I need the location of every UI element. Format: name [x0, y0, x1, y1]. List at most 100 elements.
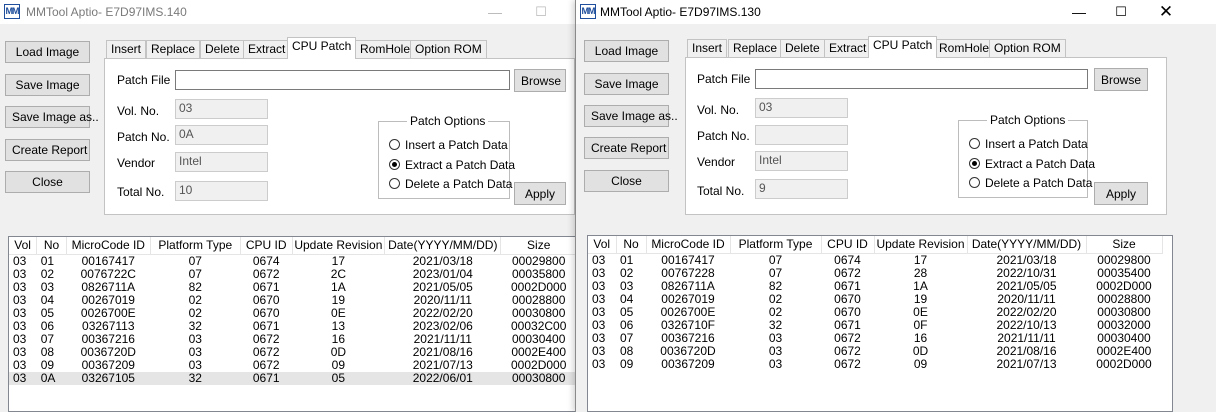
cell-microcode-id: 0826711A	[81, 279, 136, 294]
tab-option-rom[interactable]: Option ROM	[410, 40, 487, 58]
table-row[interactable]: 03 02 00767228 07 0672 28 2022/10/31 00035400	[588, 265, 1162, 280]
patch-file-label: Patch File	[117, 73, 171, 87]
cell-update-revision: 19	[331, 292, 346, 307]
tab-romhole[interactable]: RomHole	[355, 40, 416, 58]
tab-delete[interactable]: Delete	[200, 40, 245, 58]
column-header-size[interactable]: Size	[1086, 236, 1163, 254]
patch-options-title: Patch Options	[407, 114, 489, 128]
table-row[interactable]: 03 02 0076722C 07 0672 2C 2023/01/04 00035800	[9, 267, 575, 281]
tab-delete[interactable]: Delete	[780, 39, 825, 57]
minimize-button[interactable]: —	[472, 0, 518, 24]
cell-vol: 03	[592, 278, 606, 293]
load-image-button[interactable]: Load Image	[5, 41, 90, 63]
column-header-update-revision[interactable]: Update Revision	[292, 237, 386, 255]
column-header-vol[interactable]: Vol	[9, 237, 38, 255]
table-row[interactable]: 03 08 0036720D 03 0672 0D 2021/08/16 0002E400	[588, 343, 1162, 358]
close-button[interactable]: Close	[5, 171, 90, 193]
total-no-label: Total No.	[117, 185, 165, 199]
column-header-no[interactable]: No	[36, 237, 67, 255]
table-row[interactable]: 03 03 0826711A 82 0671 1A 2021/05/05 0002D000	[9, 279, 575, 294]
tab-extract[interactable]: Extract	[824, 39, 872, 57]
table-row[interactable]: 03 04 00267019 02 0670 19 2020/11/11 00028800	[588, 292, 1162, 306]
cell-no: 03	[620, 278, 634, 293]
close-window-button[interactable]: ✕	[1143, 0, 1189, 24]
title-bar[interactable]: MM MMTool Aptio- E7D97IMS.140 — ☐	[0, 0, 575, 24]
mmtool-window-140: MM MMTool Aptio- E7D97IMS.140 — ☐ Load I…	[0, 0, 575, 412]
tab-extract[interactable]: Extract	[243, 40, 291, 58]
maximize-button[interactable]: ☐	[1098, 0, 1144, 24]
table-row[interactable]: 03 09 00367209 03 0672 09 2021/07/13 0002D000	[588, 356, 1162, 371]
tab-cpu-patch[interactable]: CPU Patch	[287, 37, 357, 59]
column-header-cpu-id[interactable]: CPU ID	[240, 237, 293, 255]
insert-patch-radio[interactable]: Insert a Patch Data	[389, 138, 508, 152]
table-row[interactable]: 03 01 00167417 07 0674 17 2021/03/18 00029800	[9, 254, 575, 268]
tab-replace[interactable]: Replace	[728, 39, 783, 57]
patch-file-input[interactable]	[175, 70, 510, 90]
save-image-as-button[interactable]: Save Image as..	[5, 106, 99, 128]
table-row[interactable]: 03 06 0326710F 32 0671 0F 2022/10/13 00032000	[588, 318, 1162, 332]
table-row[interactable]: 03 05 0026700E 02 0670 0E 2022/02/20 00030800	[588, 305, 1162, 319]
column-header-platform-type[interactable]: Platform Type	[730, 236, 822, 254]
cell-platform-type: 02	[188, 292, 202, 307]
cell-microcode-id: 0026700E	[80, 305, 136, 320]
column-header-microcode-id[interactable]: MicroCode ID	[646, 236, 731, 254]
save-image-button[interactable]: Save Image	[584, 73, 669, 95]
table-row[interactable]: 03 05 0026700E 02 0670 0E 2022/02/20 00030800	[9, 305, 575, 320]
table-row[interactable]: 03 07 00367216 03 0672 16 2021/11/11 00030400	[588, 330, 1162, 345]
apply-button[interactable]: Apply	[1094, 182, 1148, 205]
browse-button[interactable]: Browse	[514, 69, 566, 92]
apply-button[interactable]: Apply	[514, 182, 566, 205]
save-image-button[interactable]: Save Image	[5, 74, 90, 96]
cell-update-revision: 13	[331, 318, 346, 333]
insert-patch-radio[interactable]: Insert a Patch Data	[969, 137, 1088, 151]
cell-no: 08	[620, 343, 634, 358]
tab-cpu-patch[interactable]: CPU Patch	[868, 36, 938, 58]
table-row[interactable]: 03 06 03267113 32 0671 13 2023/02/06 00032C00	[9, 318, 575, 333]
table-row[interactable]: 03 09 00367209 03 0672 09 2021/07/13 0002D000	[9, 358, 575, 372]
column-header-update-revision[interactable]: Update Revision	[874, 236, 968, 254]
extract-patch-radio[interactable]: Extract a Patch Data	[969, 157, 1095, 171]
create-report-button[interactable]: Create Report	[584, 137, 669, 159]
load-image-button[interactable]: Load Image	[584, 40, 669, 62]
column-header-date[interactable]: Date(YYYY/MM/DD)	[967, 236, 1087, 254]
cell-no: 09	[620, 356, 634, 371]
column-header-cpu-id[interactable]: CPU ID	[821, 236, 875, 254]
cell-vol: 03	[592, 330, 606, 345]
cell-vol: 03	[592, 343, 606, 358]
tab-option-rom[interactable]: Option ROM	[989, 39, 1066, 57]
column-header-vol[interactable]: Vol	[588, 236, 617, 254]
column-header-date[interactable]: Date(YYYY/MM/DD)	[384, 237, 502, 255]
table-row[interactable]: 03 08 0036720D 03 0672 0D 2021/08/16 0002E400	[9, 345, 575, 359]
save-image-as-button[interactable]: Save Image as..	[584, 105, 678, 127]
table-row[interactable]: 03 0A 03267105 32 0671 05 2022/06/01 00030800	[9, 371, 575, 385]
browse-button[interactable]: Browse	[1094, 68, 1148, 91]
tab-insert[interactable]: Insert	[106, 40, 147, 58]
table-row[interactable]: 03 04 00267019 02 0670 19 2020/11/11 00028800	[9, 292, 575, 307]
patch-file-input[interactable]	[755, 69, 1088, 89]
patch-no-label: Patch No.	[697, 129, 750, 143]
column-header-size[interactable]: Size	[500, 237, 575, 255]
create-report-button[interactable]: Create Report	[5, 139, 90, 161]
extract-patch-radio[interactable]: Extract a Patch Data	[389, 158, 515, 172]
cell-vol: 03	[9, 371, 37, 385]
tab-replace[interactable]: Replace	[146, 40, 201, 58]
cell-cpu-id: 0671	[252, 279, 280, 294]
cell-platform-type: 07	[768, 265, 783, 280]
delete-patch-radio[interactable]: Delete a Patch Data	[389, 177, 512, 191]
cell-microcode-id: 00767228	[661, 265, 715, 280]
close-button[interactable]: Close	[584, 170, 669, 192]
cell-size: 0002D000	[1096, 278, 1152, 293]
delete-patch-radio[interactable]: Delete a Patch Data	[969, 176, 1092, 190]
maximize-button[interactable]: ☐	[518, 0, 564, 24]
table-row[interactable]: 03 01 00167417 07 0674 17 2021/03/18 00029800	[588, 253, 1162, 267]
cell-update-revision: 0D	[912, 343, 929, 358]
table-row[interactable]: 03 07 00367216 03 0672 16 2021/11/11 00030400	[9, 332, 575, 346]
column-header-platform-type[interactable]: Platform Type	[150, 237, 241, 255]
minimize-button[interactable]: —	[1056, 0, 1102, 24]
title-bar[interactable]: MM MMTool Aptio- E7D97IMS.130 — ☐ ✕	[576, 0, 1216, 24]
column-header-no[interactable]: No	[616, 236, 647, 254]
tab-romhole[interactable]: RomHole	[934, 39, 995, 57]
tab-insert[interactable]: Insert	[687, 39, 728, 57]
column-header-microcode-id[interactable]: MicroCode ID	[66, 237, 151, 255]
table-row[interactable]: 03 03 0826711A 82 0671 1A 2021/05/05 0002D000	[588, 278, 1162, 293]
